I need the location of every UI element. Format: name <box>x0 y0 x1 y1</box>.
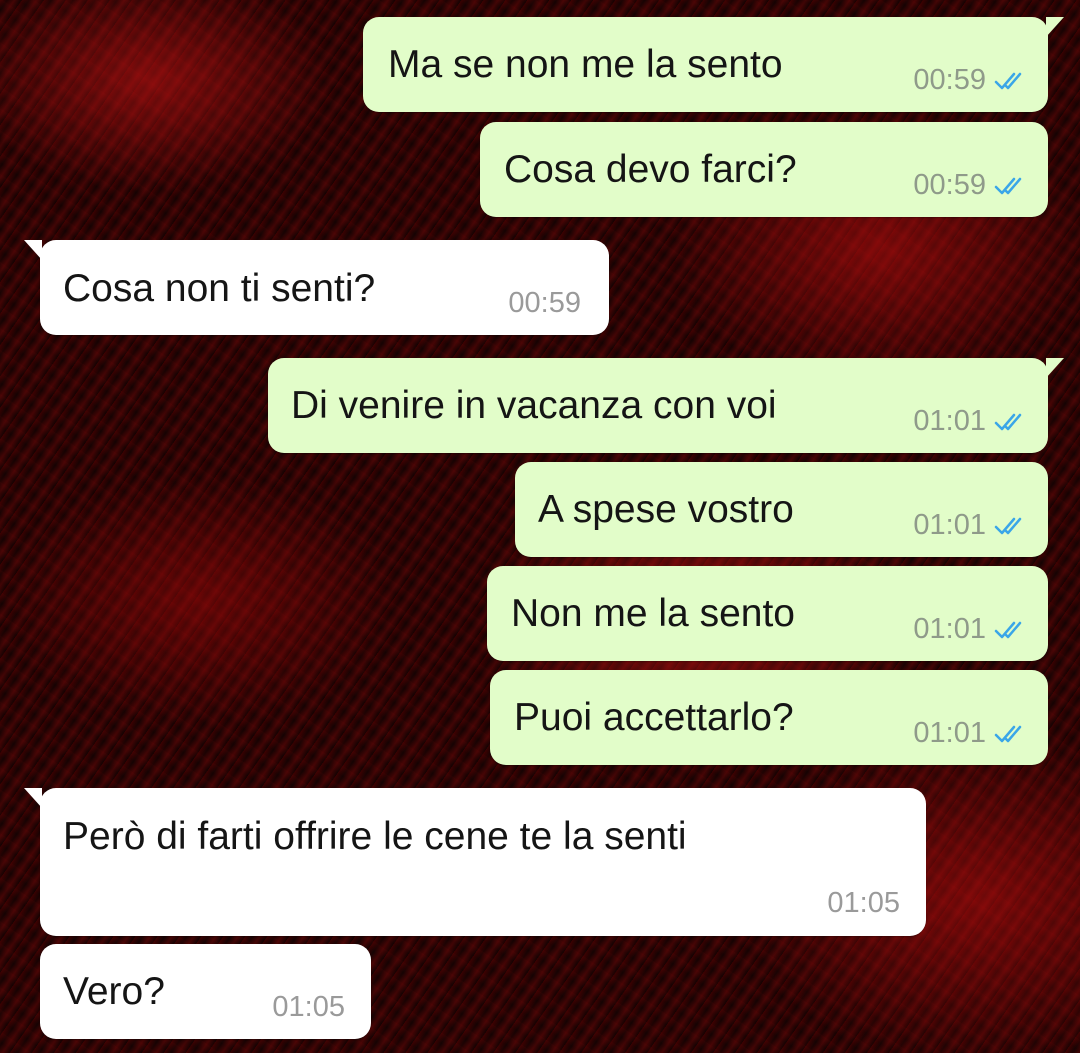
message-meta: 00:59 <box>508 289 581 318</box>
double-check-icon <box>994 72 1022 89</box>
message-text: Di venire in vacanza con voi <box>291 384 777 427</box>
message-meta: 00:59 <box>913 171 1028 200</box>
message-meta: 01:01 <box>913 407 1028 436</box>
message-bubble-outgoing[interactable]: Cosa devo farci? 00:59 <box>480 122 1048 217</box>
message-time: 00:59 <box>913 169 986 201</box>
message-time: 01:01 <box>913 717 986 749</box>
message-bubble-outgoing[interactable]: Ma se non me la sento 00:59 <box>363 17 1064 112</box>
double-check-icon <box>994 177 1022 194</box>
double-check-icon <box>994 725 1022 742</box>
double-check-icon <box>994 517 1022 534</box>
message-bubble-outgoing[interactable]: Non me la sento 01:01 <box>487 566 1048 661</box>
message-time: 00:59 <box>913 64 986 96</box>
double-check-icon <box>994 413 1022 430</box>
message-time: 01:05 <box>827 887 900 919</box>
message-bubble-incoming[interactable]: Cosa non ti senti? 00:59 <box>24 240 609 335</box>
message-bubble-outgoing[interactable]: Di venire in vacanza con voi 01:01 <box>268 358 1064 453</box>
message-time: 01:01 <box>913 613 986 645</box>
message-bubble-incoming[interactable]: Vero? 01:05 <box>40 944 371 1039</box>
message-meta: 01:01 <box>913 615 1028 644</box>
message-bubble-outgoing[interactable]: Puoi accettarlo? 01:01 <box>490 670 1048 765</box>
message-time: 01:01 <box>913 405 986 437</box>
message-text: Puoi accettarlo? <box>514 696 794 739</box>
message-text: Cosa non ti senti? <box>63 267 376 310</box>
message-meta: 00:59 <box>913 66 1028 95</box>
message-text: Non me la sento <box>511 592 795 635</box>
message-bubble-outgoing[interactable]: A spese vostro 01:01 <box>515 462 1048 557</box>
message-time: 00:59 <box>508 287 581 319</box>
message-text: A spese vostro <box>538 488 794 531</box>
message-meta: 01:05 <box>827 889 900 918</box>
message-time: 01:01 <box>913 509 986 541</box>
message-text: Ma se non me la sento <box>388 43 783 86</box>
message-bubble-incoming[interactable]: Però di farti offrire le cene te la sent… <box>24 788 926 936</box>
message-meta: 01:01 <box>913 511 1028 540</box>
message-text: Vero? <box>63 970 165 1013</box>
message-meta: 01:01 <box>913 719 1028 748</box>
message-time: 01:05 <box>272 991 345 1023</box>
double-check-icon <box>994 621 1022 638</box>
message-text: Cosa devo farci? <box>504 148 797 191</box>
message-meta: 01:05 <box>272 993 345 1022</box>
message-text: Però di farti offrire le cene te la sent… <box>63 815 687 858</box>
